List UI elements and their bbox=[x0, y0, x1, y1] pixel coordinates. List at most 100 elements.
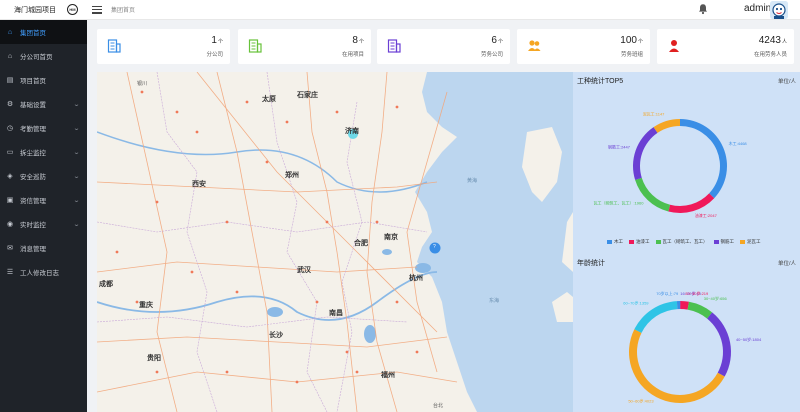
donut-data-label: 瓦工（砌筑工、瓦工）:1960 bbox=[593, 199, 644, 205]
sidebar-item-label: 考勤管理 bbox=[20, 126, 46, 133]
sidebar-item-label: 安全巡防 bbox=[20, 174, 46, 181]
map-label: 武汉 bbox=[297, 267, 311, 274]
app-title: 海门城园项目 bbox=[14, 6, 56, 14]
donut-data-label: 30~40岁:656 bbox=[704, 295, 728, 301]
stat-card: 6个劳务公司 bbox=[377, 29, 510, 64]
home-icon: ⌂ bbox=[7, 52, 13, 60]
building-icon bbox=[107, 39, 121, 53]
stat-label: 劳务公司 bbox=[480, 52, 503, 58]
sidebar-item[interactable]: ◈ 安全巡防 ⌄ bbox=[0, 164, 87, 188]
document-icon: ▤ bbox=[6, 77, 14, 84]
map-label: 重庆 bbox=[139, 302, 153, 309]
top-header: 海门城园项目 HM 集团首页 admin bbox=[0, 0, 800, 20]
legend-swatch bbox=[607, 240, 612, 244]
sidebar-item[interactable]: ▭ 拆尘监控 ⌄ bbox=[0, 140, 87, 164]
sidebar-item-label: 基础设置 bbox=[20, 102, 46, 109]
donut-slice[interactable] bbox=[668, 193, 715, 214]
sea-label: 东海 bbox=[489, 298, 500, 304]
stat-value: 6个 bbox=[491, 35, 503, 46]
stat-label: 在用项目 bbox=[341, 52, 364, 58]
legend-item[interactable]: 油漆工 bbox=[629, 239, 650, 245]
avatar[interactable] bbox=[770, 1, 788, 19]
map-label: 杭州 bbox=[409, 275, 423, 282]
map-label: 南京 bbox=[384, 234, 398, 241]
map-label: 南昌 bbox=[329, 310, 343, 317]
sidebar-item-label: 消息管理 bbox=[20, 246, 46, 253]
donut-data-label: 泥瓦工:1147 bbox=[643, 110, 665, 116]
stat-card: 100个 劳务班组 bbox=[517, 29, 650, 64]
stat-card: 1个 分公司 bbox=[97, 29, 230, 64]
donut-slice[interactable] bbox=[687, 301, 713, 319]
chevron-down-icon: ⌄ bbox=[72, 222, 81, 228]
legend-swatch bbox=[713, 240, 719, 244]
sidebar-item[interactable]: ◷ 考勤管理 ⌄ bbox=[0, 116, 87, 140]
menu-toggle-icon[interactable] bbox=[92, 5, 102, 14]
legend-swatch bbox=[655, 240, 661, 244]
work-type-donut-chart[interactable]: 木工:4468 油漆工:2047 瓦工（砌筑工、瓦工）:1960 钢筋工:2447 泥瓦… bbox=[573, 72, 800, 254]
donut-slice[interactable] bbox=[707, 312, 731, 377]
map-label: 石家庄 bbox=[297, 92, 318, 99]
work-type-legend: 木工 油漆工 瓦工（砌筑工、瓦工） 钢筋工 泥瓦工 bbox=[607, 239, 761, 245]
sidebar-item[interactable]: ▣ 资信管理 ⌄ bbox=[0, 188, 87, 212]
map-label: 合肥 bbox=[354, 240, 368, 247]
shield-icon: ◈ bbox=[7, 173, 13, 180]
donut-slice[interactable] bbox=[676, 301, 680, 310]
username[interactable]: admin bbox=[744, 3, 771, 14]
donut-slice[interactable] bbox=[653, 119, 680, 133]
map-label: 福州 bbox=[381, 372, 395, 379]
sidebar-item[interactable]: ⚙ 基础设置 ⌄ bbox=[0, 92, 87, 116]
chevron-down-icon: ⌄ bbox=[72, 174, 81, 180]
donut-slice[interactable] bbox=[680, 119, 727, 199]
work-type-panel: 工种统计TOP5 单位/人 木工:4468 油漆工:2047 瓦工（砌筑工、瓦工）:… bbox=[573, 72, 800, 254]
donut-data-label: 40~50岁:1804 bbox=[736, 336, 762, 342]
legend-item[interactable]: 钢筋工 bbox=[713, 239, 734, 245]
folder-icon: ▣ bbox=[6, 197, 14, 204]
sidebar-item[interactable]: ⌂ 分公司首页 bbox=[0, 44, 87, 68]
legend-label: 木工 bbox=[614, 239, 623, 244]
sidebar-item-label: 实时监控 bbox=[20, 222, 46, 229]
sidebar-item[interactable]: ⌂ 集团首页 bbox=[0, 20, 87, 44]
legend-label: 瓦工（砌筑工、瓦工） bbox=[662, 239, 708, 244]
sidebar-item[interactable]: ☰ 工人修改日志 bbox=[0, 260, 87, 284]
sidebar-item[interactable]: ✉ 消息管理 bbox=[0, 236, 87, 260]
donut-slice[interactable] bbox=[634, 301, 678, 333]
donut-data-label: 木工:4468 bbox=[729, 140, 748, 146]
group-icon bbox=[528, 40, 541, 51]
donut-data-label: 50~60岁:4023 bbox=[628, 398, 654, 404]
building-icon bbox=[248, 39, 262, 53]
legend-item[interactable]: 泥瓦工 bbox=[740, 239, 761, 245]
donut-slice[interactable] bbox=[633, 127, 658, 180]
stat-card: 4243人 在用劳务人员 bbox=[657, 29, 794, 64]
monitor-icon: ▭ bbox=[6, 149, 14, 156]
age-donut-chart[interactable]: 16~20岁:1020~30岁:21930~40岁:65640~50岁:1804… bbox=[573, 254, 800, 412]
message-icon: ✉ bbox=[7, 245, 13, 252]
stat-value: 1个 bbox=[211, 35, 223, 46]
home-icon: ⌂ bbox=[7, 28, 13, 36]
sidebar-item[interactable]: ▤ 项目首页 bbox=[0, 68, 87, 92]
stat-label: 在用劳务人员 bbox=[753, 52, 787, 58]
donut-slice[interactable] bbox=[680, 301, 689, 310]
map-label: 台北 bbox=[433, 403, 444, 409]
project-map[interactable]: 石家庄 太原 济南 郑州 西安 合肥 南京 杭州 武汉 南昌 长沙 成都 重庆 … bbox=[97, 72, 573, 412]
sidebar-item-label: 集团首页 bbox=[20, 30, 46, 37]
sidebar-item-label: 资信管理 bbox=[20, 198, 46, 205]
stat-value: 100个 bbox=[620, 35, 643, 46]
legend-item[interactable]: 瓦工（砌筑工、瓦工） bbox=[655, 239, 708, 245]
map-label: 济南 bbox=[345, 128, 359, 135]
marker-label: ? bbox=[433, 244, 436, 250]
sidebar-item-label: 拆尘监控 bbox=[20, 150, 46, 157]
camera-icon: ◉ bbox=[6, 221, 14, 228]
legend-label: 泥瓦工 bbox=[747, 239, 761, 244]
donut-data-label: 60~70岁:1359 bbox=[623, 299, 649, 305]
donut-slice[interactable] bbox=[628, 329, 725, 404]
building-icon bbox=[387, 39, 401, 53]
gear-icon: ⚙ bbox=[6, 101, 14, 108]
legend-swatch bbox=[740, 240, 745, 244]
sidebar-item[interactable]: ◉ 实时监控 ⌄ bbox=[0, 212, 87, 236]
breadcrumb[interactable]: 集团首页 bbox=[111, 5, 135, 14]
donut-slice[interactable] bbox=[635, 177, 671, 212]
bell-icon[interactable] bbox=[697, 3, 709, 15]
chevron-down-icon: ⌄ bbox=[72, 198, 81, 204]
legend-item[interactable]: 木工 bbox=[607, 239, 623, 245]
sea-label: 黄海 bbox=[467, 178, 478, 184]
